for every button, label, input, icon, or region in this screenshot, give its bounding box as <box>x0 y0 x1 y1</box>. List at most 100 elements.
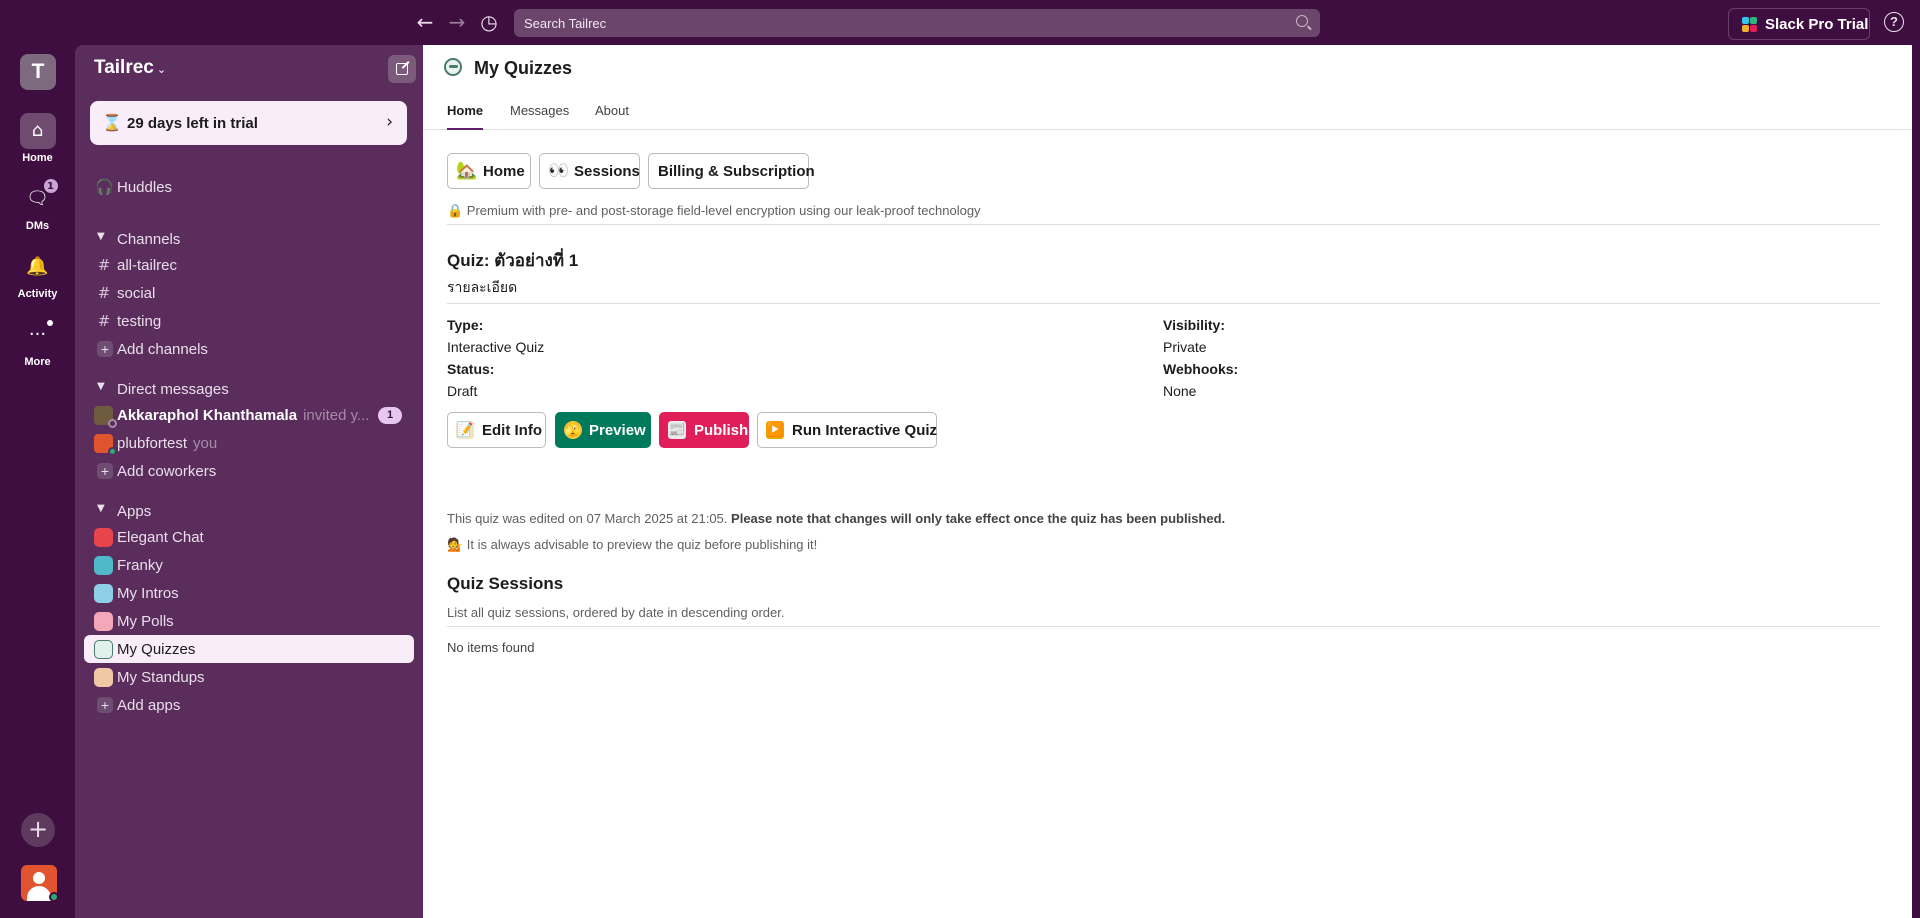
avatar-body <box>27 886 51 901</box>
house-icon: 🏡 <box>456 161 478 181</box>
hourglass-icon: ⌛ <box>102 113 122 132</box>
more-icon: ··· <box>20 317 56 353</box>
section-label: Apps <box>117 503 152 520</box>
rail-item-home[interactable]: ⌂ Home <box>0 113 75 164</box>
sidebar-item-label: Huddles <box>117 179 173 196</box>
rail-item-dms[interactable]: 🗨 1 DMs <box>0 178 75 232</box>
trial-banner[interactable]: ⌛ 29 days left in trial › <box>90 101 407 145</box>
tab-home[interactable]: Home <box>447 103 484 130</box>
slack-pro-trial-button[interactable]: Slack Pro Trial <box>1728 8 1870 40</box>
back-arrow-icon[interactable]: ← <box>413 10 437 34</box>
preview-label: Preview <box>589 422 646 439</box>
rail-label-dms: DMs <box>25 220 50 232</box>
edit-info-label: Edit Info <box>482 422 542 439</box>
sidebar-item-app-selected[interactable]: My Quizzes <box>84 635 414 663</box>
sidebar-item-channel[interactable]: # all-tailrec <box>84 251 414 279</box>
eyes-icon: 👀 <box>548 161 570 181</box>
dms-icon: 🗨 1 <box>20 178 59 217</box>
sidebar: Tailrec ⌄ ⌛ 29 days left in trial › 🎧 Hud… <box>75 45 423 918</box>
dm-section-header[interactable]: ▼ Direct messages <box>84 376 414 402</box>
my-standups-app-icon <box>94 668 113 687</box>
sidebar-item-app[interactable]: Elegant Chat <box>84 523 414 551</box>
add-coworkers-button[interactable]: + Add coworkers <box>84 457 414 485</box>
slack-pro-trial-label: Slack Pro Trial <box>1765 16 1869 33</box>
sessions-title: Quiz Sessions <box>447 574 564 593</box>
page-title[interactable]: My Quizzes <box>474 58 572 79</box>
search-icon <box>1296 15 1308 27</box>
channel-name: all-tailrec <box>117 257 178 274</box>
sidebar-item-app[interactable]: Franky <box>84 551 414 579</box>
add-workspace-button[interactable]: + <box>21 813 55 847</box>
add-channels-button[interactable]: + Add channels <box>84 335 414 363</box>
section-label: Channels <box>117 231 181 248</box>
franky-app-icon <box>94 556 113 575</box>
sidebar-item-huddles[interactable]: 🎧 Huddles <box>84 173 414 201</box>
plus-icon: + <box>97 463 113 479</box>
elegant-chat-app-icon <box>94 528 113 547</box>
sidebar-item-app[interactable]: My Intros <box>84 579 414 607</box>
home-button[interactable]: 🏡 Home <box>447 153 531 189</box>
preview-button[interactable]: 🫣 Preview <box>555 412 651 448</box>
edited-note-warning: Please note that changes will only take … <box>731 511 1226 526</box>
dm-label: Akkaraphol Khanthamala invited y... <box>117 407 369 424</box>
my-polls-app-icon <box>94 612 113 631</box>
compose-icon[interactable] <box>388 55 416 83</box>
type-label: Type: <box>447 317 484 333</box>
publish-button[interactable]: 📰 Publish <box>659 412 749 448</box>
add-apps-button[interactable]: + Add apps <box>84 691 414 719</box>
tab-messages[interactable]: Messages <box>510 103 569 130</box>
caret-down-icon: ▼ <box>97 381 105 392</box>
sidebar-item-channel[interactable]: # social <box>84 279 414 307</box>
hash-icon: # <box>97 256 111 274</box>
advice-note: 💁 It is always advisable to preview the … <box>447 537 818 552</box>
visibility-value: Private <box>1163 339 1207 355</box>
online-status-icon <box>108 447 117 456</box>
home-icon: ⌂ <box>19 113 56 149</box>
billing-button-label: Billing & Subscription <box>658 163 815 180</box>
memo-icon: 📝 <box>456 421 474 439</box>
sidebar-item-channel[interactable]: # testing <box>84 307 414 335</box>
workspace-avatar[interactable]: T <box>20 54 56 90</box>
add-channels-label: Add channels <box>117 341 208 358</box>
sessions-button[interactable]: 👀 Sessions <box>539 153 640 189</box>
app-name: My Intros <box>117 585 179 602</box>
empty-state-text: No items found <box>447 640 535 655</box>
apps-section-header[interactable]: ▼ Apps <box>84 498 414 524</box>
sidebar-item-app[interactable]: My Polls <box>84 607 414 635</box>
avatar-head <box>33 872 45 884</box>
tab-about[interactable]: About <box>595 103 629 130</box>
sidebar-item-dm[interactable]: Akkaraphol Khanthamala invited y... 1 <box>84 401 414 429</box>
plus-icon: + <box>97 341 113 357</box>
search-bar[interactable]: Search Tailrec <box>514 9 1320 37</box>
quiz-title: Quiz: ตัวอย่างที่ 1 <box>447 251 579 270</box>
workspace-rail: T ⌂ Home 🗨 1 DMs 🔔 Activity ··· More + <box>0 45 75 918</box>
rail-label-home: Home <box>22 152 53 164</box>
run-interactive-quiz-button[interactable]: ▶️ Run Interactive Quiz <box>757 412 937 448</box>
history-icon[interactable]: ◷ <box>477 10 501 34</box>
app-name: Franky <box>117 557 163 574</box>
channels-section-header[interactable]: ▼ Channels <box>84 226 414 252</box>
bell-icon: 🔔 <box>26 256 49 277</box>
edit-info-button[interactable]: 📝 Edit Info <box>447 412 546 448</box>
main-pane: My Quizzes Home Messages About 🏡 Home 👀 … <box>423 45 1912 918</box>
slack-logo-icon <box>1742 17 1757 32</box>
dm-name: Akkaraphol Khanthamala <box>117 407 298 424</box>
rail-item-more[interactable]: ··· More <box>0 317 75 368</box>
hash-icon: # <box>97 312 111 330</box>
billing-subscription-button[interactable]: Billing & Subscription <box>648 153 815 189</box>
rail-item-activity[interactable]: 🔔 Activity <box>0 249 75 300</box>
away-status-icon <box>108 419 117 428</box>
section-label: Direct messages <box>117 381 229 398</box>
edited-note-text: This quiz was edited on 07 March 2025 at… <box>447 511 728 526</box>
caret-down-icon: ▼ <box>97 503 105 514</box>
sidebar-item-dm[interactable]: plubfortest you <box>84 429 414 457</box>
premium-note: 🔒 Premium with pre- and post-storage fie… <box>447 203 981 218</box>
help-icon[interactable]: ? <box>1884 12 1904 32</box>
dms-badge: 1 <box>42 178 59 194</box>
app-name: My Standups <box>117 669 205 686</box>
workspace-name-button[interactable]: Tailrec ⌄ <box>94 57 166 79</box>
forward-arrow-icon[interactable]: → <box>445 10 469 34</box>
chevron-right-icon: › <box>386 112 393 132</box>
sidebar-item-app[interactable]: My Standups <box>84 663 414 691</box>
online-status-dot <box>49 892 59 902</box>
